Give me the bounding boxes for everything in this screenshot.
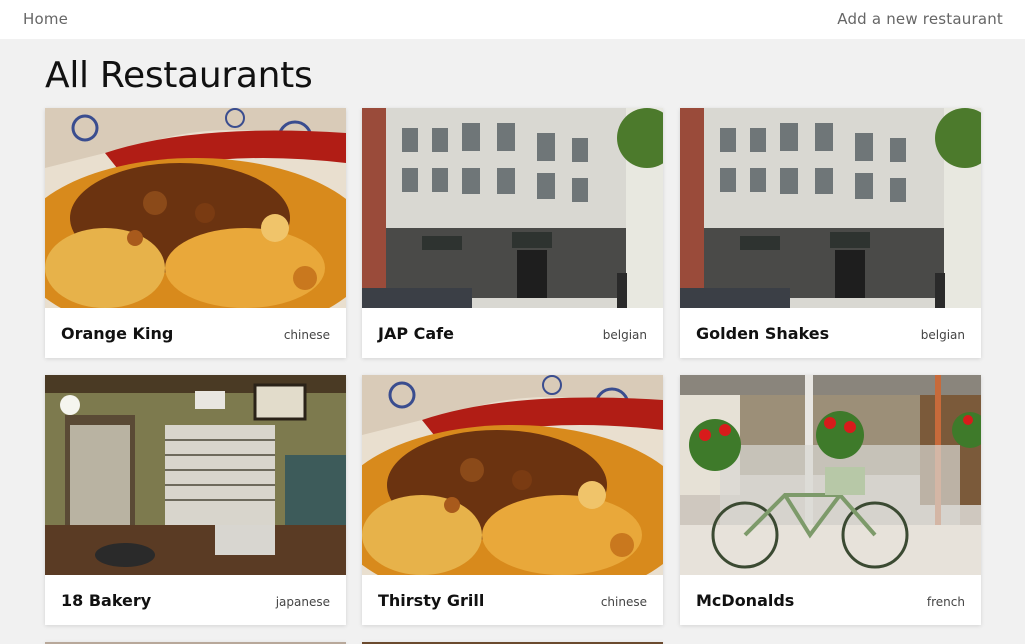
nav-add-restaurant-link[interactable]: Add a new restaurant <box>837 10 1003 28</box>
restaurant-photo <box>362 375 663 575</box>
restaurant-photo <box>362 108 663 308</box>
restaurant-name: Thirsty Grill <box>378 591 485 610</box>
restaurant-photo <box>680 375 981 575</box>
restaurant-name: 18 Bakery <box>61 591 152 610</box>
restaurant-card[interactable]: JAP Cafe belgian <box>362 108 663 358</box>
restaurant-card[interactable]: Thirsty Grill chinese <box>362 375 663 625</box>
restaurant-cuisine: chinese <box>283 328 330 342</box>
restaurant-photo <box>45 375 346 575</box>
restaurant-photo <box>45 108 346 308</box>
restaurant-name: McDonalds <box>696 591 795 610</box>
restaurant-cuisine: french <box>926 595 965 609</box>
restaurant-card[interactable]: 18 Bakery japanese <box>45 375 346 625</box>
top-nav-bar: Home Add a new restaurant <box>0 0 1025 39</box>
restaurant-name: Golden Shakes <box>696 324 830 343</box>
restaurant-photo <box>680 108 981 308</box>
restaurant-cuisine: belgian <box>920 328 965 342</box>
restaurant-cuisine: japanese <box>275 595 330 609</box>
restaurant-card[interactable]: Golden Shakes belgian <box>680 108 981 358</box>
restaurant-cuisine: belgian <box>602 328 647 342</box>
restaurant-name: JAP Cafe <box>378 324 454 343</box>
restaurant-card[interactable]: McDonalds french <box>680 375 981 625</box>
restaurant-cuisine: chinese <box>600 595 647 609</box>
page-title: All Restaurants <box>45 55 313 96</box>
nav-home-link[interactable]: Home <box>23 10 68 28</box>
restaurant-card[interactable]: Orange King chinese <box>45 108 346 358</box>
restaurant-name: Orange King <box>61 324 174 343</box>
